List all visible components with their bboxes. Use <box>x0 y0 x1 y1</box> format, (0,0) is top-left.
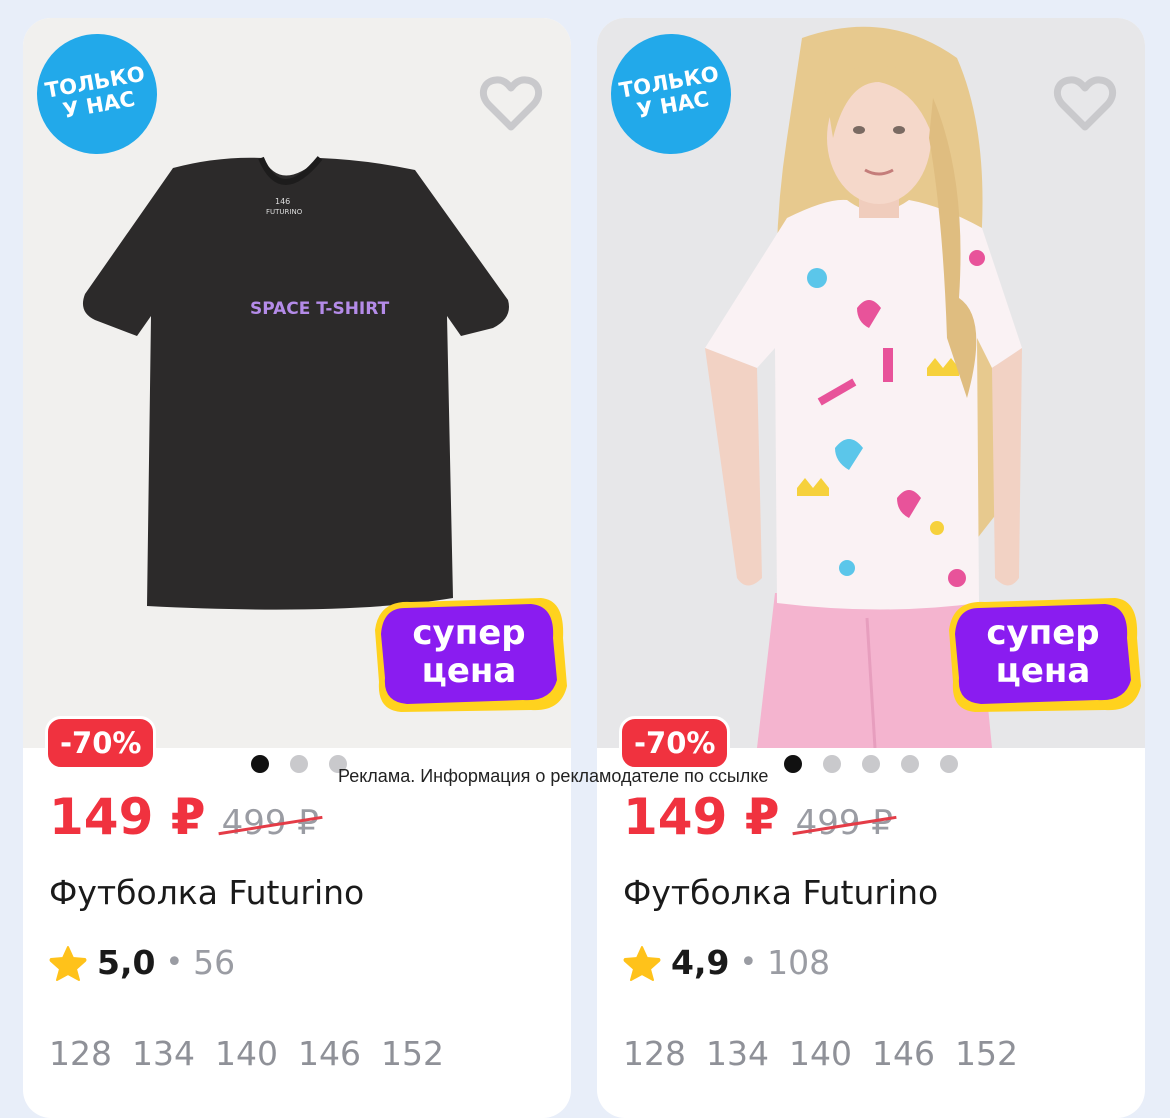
pagination-dot[interactable] <box>901 755 919 773</box>
current-price: 149 ₽ <box>623 788 780 846</box>
reviews-count: 56 <box>193 943 236 982</box>
current-price: 149 ₽ <box>49 788 206 846</box>
size-label: 146 <box>275 197 290 206</box>
discount-badge: -70% <box>619 716 731 770</box>
size-option: 140 <box>215 1034 278 1073</box>
favorite-button[interactable] <box>1051 70 1119 138</box>
rating-value: 4,9 <box>671 943 730 982</box>
discount-badge: -70% <box>45 716 157 770</box>
star-icon <box>49 945 87 981</box>
rating-row: 5,0 • 56 <box>49 943 235 982</box>
old-price: 499 ₽ <box>221 803 319 843</box>
size-option: 128 <box>49 1034 112 1073</box>
rating-separator: • <box>165 945 184 980</box>
size-option: 134 <box>132 1034 195 1073</box>
rating-row: 4,9 • 108 <box>623 943 830 982</box>
size-list: 128 134 140 146 152 <box>49 1034 444 1073</box>
product-card[interactable]: 146 FUTURINO SPACE T-SHIRT ТОЛЬКО У НАС … <box>23 18 571 1118</box>
size-option: 152 <box>955 1034 1018 1073</box>
print-text: SPACE T-SHIRT <box>250 299 390 319</box>
product-photo[interactable]: ТОЛЬКО У НАС супер цена <box>597 18 1145 748</box>
pagination-dot[interactable] <box>251 755 269 773</box>
size-option: 128 <box>623 1034 686 1073</box>
size-option: 134 <box>706 1034 769 1073</box>
pagination-dot[interactable] <box>823 755 841 773</box>
old-price: 499 ₽ <box>795 803 893 843</box>
pagination-dot[interactable] <box>784 755 802 773</box>
pagination-dot[interactable] <box>290 755 308 773</box>
size-option: 152 <box>381 1034 444 1073</box>
favorite-button[interactable] <box>477 70 545 138</box>
price-row: 149 ₽ 499 ₽ <box>623 788 893 852</box>
reviews-count: 108 <box>767 943 831 982</box>
size-option: 140 <box>789 1034 852 1073</box>
pagination-dot[interactable] <box>862 755 880 773</box>
heart-outline-icon <box>1053 76 1117 131</box>
product-card[interactable]: ТОЛЬКО У НАС супер цена -70% 149 ₽ 499 ₽… <box>597 18 1145 1118</box>
rating-separator: • <box>739 945 758 980</box>
price-row: 149 ₽ 499 ₽ <box>49 788 319 852</box>
pagination-dot[interactable] <box>940 755 958 773</box>
brand-label: FUTURINO <box>266 208 303 216</box>
heart-outline-icon <box>479 76 543 131</box>
product-photo[interactable]: 146 FUTURINO SPACE T-SHIRT ТОЛЬКО У НАС … <box>23 18 571 748</box>
image-pagination[interactable] <box>251 755 347 775</box>
size-option: 146 <box>872 1034 935 1073</box>
size-list: 128 134 140 146 152 <box>623 1034 1018 1073</box>
super-price-badge: супер цена <box>945 594 1141 714</box>
rating-value: 5,0 <box>97 943 156 982</box>
super-price-badge: супер цена <box>371 594 567 714</box>
ad-disclaimer-link[interactable]: Реклама. Информация о рекламодателе по с… <box>338 766 768 787</box>
image-pagination[interactable] <box>784 755 958 775</box>
product-title[interactable]: Футболка Futurino <box>623 873 938 912</box>
product-title[interactable]: Футболка Futurino <box>49 873 364 912</box>
size-option: 146 <box>298 1034 361 1073</box>
star-icon <box>623 945 661 981</box>
